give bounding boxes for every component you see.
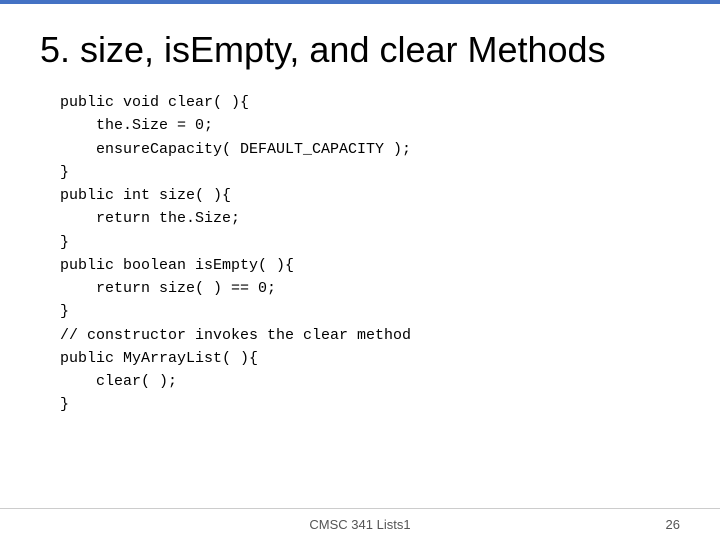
code-line-7: } [60, 231, 680, 254]
footer-center-text: CMSC 341 Lists1 [309, 517, 410, 532]
footer: CMSC 341 Lists1 26 [0, 508, 720, 540]
slide: 5. size, isEmpty, and clear Methods publ… [0, 0, 720, 540]
slide-title: 5. size, isEmpty, and clear Methods [40, 28, 680, 71]
code-line-5: public int size( ){ [60, 184, 680, 207]
code-line-13: clear( ); [60, 370, 680, 393]
code-line-8: public boolean isEmpty( ){ [60, 254, 680, 277]
code-block: public void clear( ){ the.Size = 0; ensu… [60, 91, 680, 417]
code-line-10: } [60, 300, 680, 323]
code-line-1: public void clear( ){ [60, 91, 680, 114]
code-line-4: } [60, 161, 680, 184]
code-line-11: // constructor invokes the clear method [60, 324, 680, 347]
code-line-14: } [60, 393, 680, 416]
footer-page-number: 26 [666, 517, 680, 532]
code-line-2: the.Size = 0; [60, 114, 680, 137]
code-line-12: public MyArrayList( ){ [60, 347, 680, 370]
code-line-6: return the.Size; [60, 207, 680, 230]
code-line-9: return size( ) == 0; [60, 277, 680, 300]
code-line-3: ensureCapacity( DEFAULT_CAPACITY ); [60, 138, 680, 161]
slide-content: 5. size, isEmpty, and clear Methods publ… [0, 4, 720, 508]
